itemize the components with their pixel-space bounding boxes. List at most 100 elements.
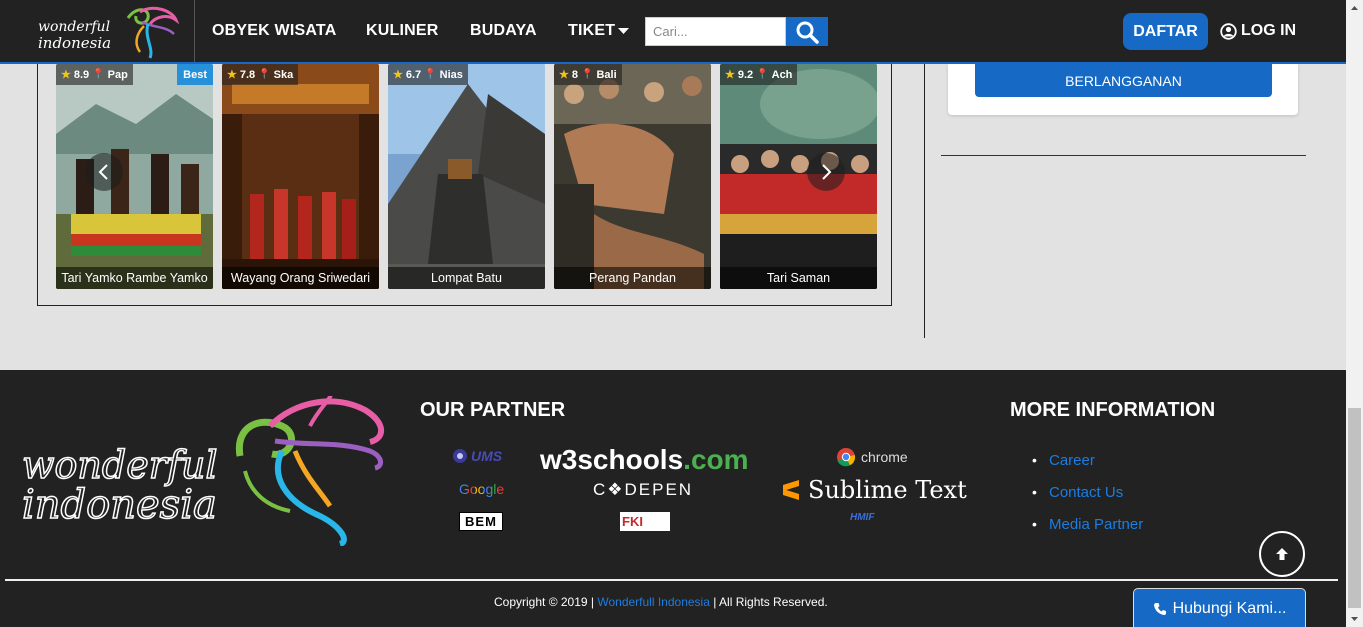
info-heading: MORE INFORMATION [1010,399,1216,421]
daftar-button[interactable]: DAFTAR [1123,13,1208,50]
scroll-down-arrow[interactable] [1346,610,1363,627]
card-title: Wayang Orang Sriwedari [222,267,379,289]
best-badge: Best [177,64,213,85]
culture-carousel: ★ 8.9 📍 Pap Best Tari Yamko Rambe Yamko … [37,64,892,306]
nav-obyek-wisata[interactable]: OBYEK WISATA [212,22,336,40]
chevron-right-icon [822,164,832,180]
carousel-card[interactable]: ★ 6.7 📍 Nias Lompat Batu [388,64,545,289]
card-image [388,64,545,289]
nav-tiket-dropdown[interactable]: TIKET [568,22,630,40]
carousel-card[interactable]: ★ 9.2 📍 Ach Tari Saman [720,64,877,289]
bem-logo: BEM [459,512,503,531]
ums-logo: UMS [452,448,502,464]
search-input[interactable] [645,17,786,46]
chevron-left-icon [98,164,108,180]
carousel-card[interactable]: ★ 7.8 📍 Ska Wayang Orang Sriwedari [222,64,379,289]
top-navbar: wonderful indonesia OBYEK WISATA KULINER… [0,0,1346,64]
search-icon [796,21,819,44]
caret-down-icon [618,28,630,34]
card-rating: 8.9 [73,68,90,81]
card-meta: ★ 9.2 📍 Ach [720,64,798,85]
star-icon: ★ [725,69,735,81]
card-image [720,64,877,289]
fki-logo: FKI [620,512,670,531]
wonderful-indonesia-logo[interactable]: wonderful indonesia [36,4,180,60]
page-scrollbar[interactable] [1346,0,1363,627]
sublime-icon [783,480,799,500]
copyright-text: Copyright © 2019 | Wonderfull Indonesia … [494,595,828,609]
card-rating: 6.7 [405,68,422,81]
copyright-link[interactable]: Wonderfull Indonesia [597,595,710,609]
w3schools-text: w3schools [540,444,684,475]
ums-emblem-icon [453,449,467,463]
card-rating: 9.2 [737,68,754,81]
scroll-up-arrow[interactable] [1346,0,1363,17]
map-pin-icon: 📍 [756,69,769,80]
scrollbar-thumb[interactable] [1348,408,1361,608]
star-icon: ★ [61,69,71,81]
card-location: Ska [273,68,294,81]
login-button[interactable]: LOG IN [1220,22,1296,40]
contact-us-link[interactable]: Contact Us [1049,484,1123,501]
back-to-top-button[interactable] [1259,531,1305,577]
subscribe-card: BERLANGGANAN [948,64,1298,115]
footer-divider [5,579,1338,581]
copyright-prefix: Copyright © 2019 | [494,595,595,609]
hmif-logo: HMIF [850,512,874,523]
info-list-item: Contact Us [1032,484,1143,503]
card-meta: ★ 7.8 📍 Ska [222,64,299,85]
info-list-item: Career [1032,452,1143,471]
nav-tiket-label: TIKET [568,22,616,39]
carousel-card[interactable]: ★ 8.9 📍 Pap Best Tari Yamko Rambe Yamko [56,64,213,289]
google-text: Google [459,481,505,497]
map-pin-icon: 📍 [258,69,271,80]
star-icon: ★ [227,69,237,81]
triangle-down-icon [1351,617,1358,621]
info-links-list: Career Contact Us Media Partner [1032,452,1143,548]
card-image [554,64,711,289]
contact-label: Hubungi Kami... [1172,599,1287,617]
svg-text:indonesia: indonesia [38,34,111,52]
info-list-item: Media Partner [1032,516,1143,535]
card-title: Tari Saman [720,267,877,289]
hmif-text: HMIF [850,512,875,523]
w3schools-logo: w3schools .com [540,444,749,476]
subscribe-button[interactable]: BERLANGGANAN [975,64,1272,97]
copyright-suffix: | All Rights Reserved. [713,595,828,609]
carousel-prev-button[interactable] [85,153,123,191]
arrow-up-icon [1276,548,1288,560]
user-circle-icon [1220,22,1237,40]
card-meta: ★ 8.9 📍 Pap [56,64,133,85]
card-location: Ach [771,68,793,81]
search-button[interactable] [786,17,828,46]
nav-budaya[interactable]: BUDAYA [470,22,537,40]
card-title: Lompat Batu [388,267,545,289]
card-meta: ★ 6.7 📍 Nias [388,64,468,85]
media-partner-link[interactable]: Media Partner [1049,516,1143,533]
codepen-logo: C❖DEPEN [593,480,693,500]
card-title: Perang Pandan [554,267,711,289]
carousel-next-button[interactable] [807,153,845,191]
sidebar-rule [941,155,1306,156]
card-rating: 7.8 [239,68,256,81]
carousel-card[interactable]: ★ 8 📍 Bali Perang Pandan [554,64,711,289]
map-pin-icon: 📍 [424,69,437,80]
chrome-text: chrome [861,449,908,465]
card-location: Pap [107,68,128,81]
svg-text:indonesia: indonesia [22,482,217,528]
chrome-icon [837,448,856,467]
w3schools-suffix: .com [683,444,749,475]
card-image [222,64,379,289]
card-location: Bali [596,68,617,81]
map-pin-icon: 📍 [581,69,594,80]
navbar-divider [194,0,195,62]
svg-text:wonderful: wonderful [38,19,110,35]
nav-kuliner[interactable]: KULINER [366,22,439,40]
sublime-text: Sublime Text [808,476,967,504]
card-meta: ★ 8 📍 Bali [554,64,622,85]
card-image [56,64,213,289]
card-location: Nias [439,68,463,81]
sublime-logo: Sublime Text [782,476,967,504]
contact-us-button[interactable]: Hubungi Kami... [1133,588,1306,627]
career-link[interactable]: Career [1049,452,1095,469]
